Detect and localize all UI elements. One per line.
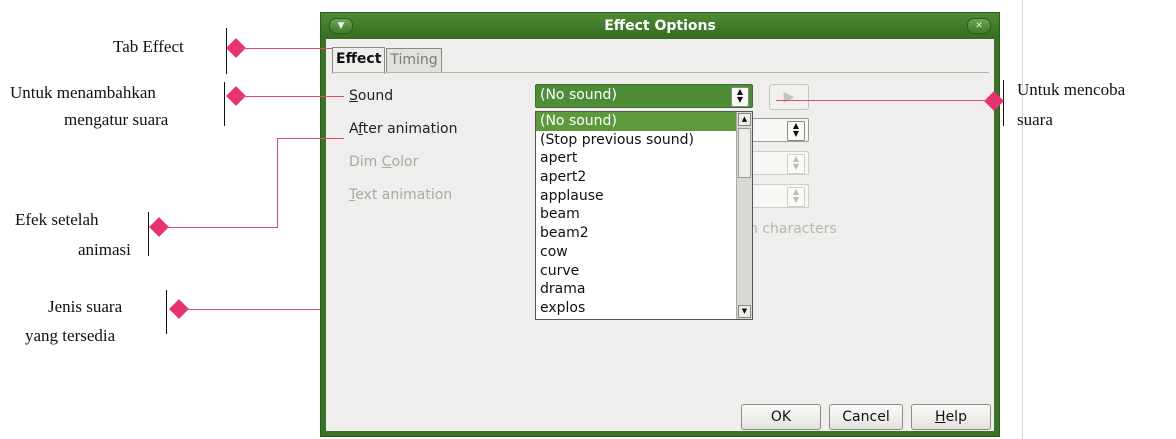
list-item[interactable]: drama — [536, 280, 752, 299]
list-item[interactable]: curve — [536, 262, 752, 281]
annotation-add-sound-2: mengatur suara — [64, 110, 169, 129]
annotation-pointer-line — [240, 48, 332, 49]
tab-timing[interactable]: Timing — [386, 48, 442, 73]
scroll-up-icon[interactable]: ▲ — [738, 113, 751, 126]
play-sound-button[interactable]: ▶ — [769, 84, 809, 110]
delay-between-characters-label: n characters — [749, 221, 837, 237]
help-button[interactable]: Help — [911, 404, 991, 430]
list-item[interactable]: apert — [536, 149, 752, 168]
sound-label: Sound — [349, 88, 394, 104]
annotation-bracket — [224, 82, 225, 126]
annotation-pointer-line — [164, 227, 278, 228]
after-animation-select[interactable]: ▲ ▼ — [751, 118, 809, 142]
close-icon[interactable]: ✕ — [967, 18, 991, 34]
annotation-test-sound-1: Untuk mencoba — [1017, 80, 1126, 99]
scrollbar-thumb[interactable] — [738, 128, 751, 178]
dim-color-select[interactable]: ▲ ▼ — [751, 151, 809, 175]
list-item[interactable]: cow — [536, 243, 752, 262]
list-item[interactable]: apert2 — [536, 168, 752, 187]
annotation-pointer-line — [776, 100, 988, 101]
tab-panel-border — [332, 72, 989, 73]
dim-color-label: Dim Color — [349, 154, 419, 170]
annotation-bracket — [166, 290, 167, 334]
spin-arrows-icon[interactable]: ▲ ▼ — [787, 154, 805, 174]
scroll-down-icon[interactable]: ▼ — [738, 305, 751, 318]
window-frame-bottom — [321, 431, 999, 436]
list-item[interactable]: beam2 — [536, 224, 752, 243]
sound-dropdown-list[interactable]: (No sound) (Stop previous sound) apert a… — [535, 111, 753, 320]
cancel-button[interactable]: Cancel — [829, 404, 903, 430]
effect-options-dialog: ▼ Effect Options ✕ Effect Timing Sound (… — [320, 12, 1000, 437]
after-animation-label: After animation — [349, 121, 458, 137]
chevron-down-icon[interactable]: ▼ — [329, 18, 353, 34]
annotation-test-sound-2: suara — [1017, 110, 1053, 129]
spin-arrows-icon[interactable]: ▲ ▼ — [731, 87, 749, 107]
annotation-bracket — [1003, 80, 1004, 126]
annotation-tab-effect: Tab Effect — [113, 37, 184, 56]
annotation-pointer-line — [277, 138, 278, 228]
spin-arrows-icon[interactable]: ▲ ▼ — [787, 121, 805, 141]
list-item[interactable]: applause — [536, 187, 752, 206]
annotation-bracket — [226, 28, 227, 74]
annotation-pointer-line — [184, 309, 320, 310]
annotation-pointer-line — [240, 96, 344, 97]
page-divider — [1022, 0, 1023, 439]
ok-button[interactable]: OK — [741, 404, 821, 430]
text-animation-select[interactable]: ▲ ▼ — [751, 184, 809, 208]
spin-arrows-icon[interactable]: ▲ ▼ — [787, 187, 805, 207]
annotation-after-animation-1: Efek setelah — [15, 210, 99, 229]
tab-bar: Effect Timing — [332, 47, 443, 75]
annotation-bracket — [148, 212, 149, 256]
text-animation-label: Text animation — [349, 187, 453, 203]
list-item[interactable]: beam — [536, 205, 752, 224]
annotation-pointer-line — [277, 138, 344, 139]
dialog-titlebar[interactable]: ▼ Effect Options ✕ — [321, 13, 999, 39]
tab-effect[interactable]: Effect — [332, 47, 386, 74]
annotation-sound-types-2: yang tersedia — [25, 326, 116, 345]
window-frame-left — [321, 39, 326, 436]
annotation-sound-types-1: Jenis suara — [48, 297, 123, 316]
list-item[interactable]: explos — [536, 299, 752, 318]
sound-select-value: (No sound) — [540, 87, 617, 103]
dropdown-scrollbar[interactable]: ▲ ▼ — [736, 112, 752, 319]
dialog-title: Effect Options — [604, 18, 716, 34]
list-item[interactable]: (Stop previous sound) — [536, 131, 752, 150]
play-icon: ▶ — [783, 89, 795, 105]
sound-select[interactable]: (No sound) ▲ ▼ — [535, 84, 753, 108]
annotation-after-animation-2: animasi — [78, 240, 131, 259]
annotation-add-sound-1: Untuk menambahkan — [10, 83, 156, 102]
list-item[interactable]: (No sound) — [536, 112, 752, 131]
